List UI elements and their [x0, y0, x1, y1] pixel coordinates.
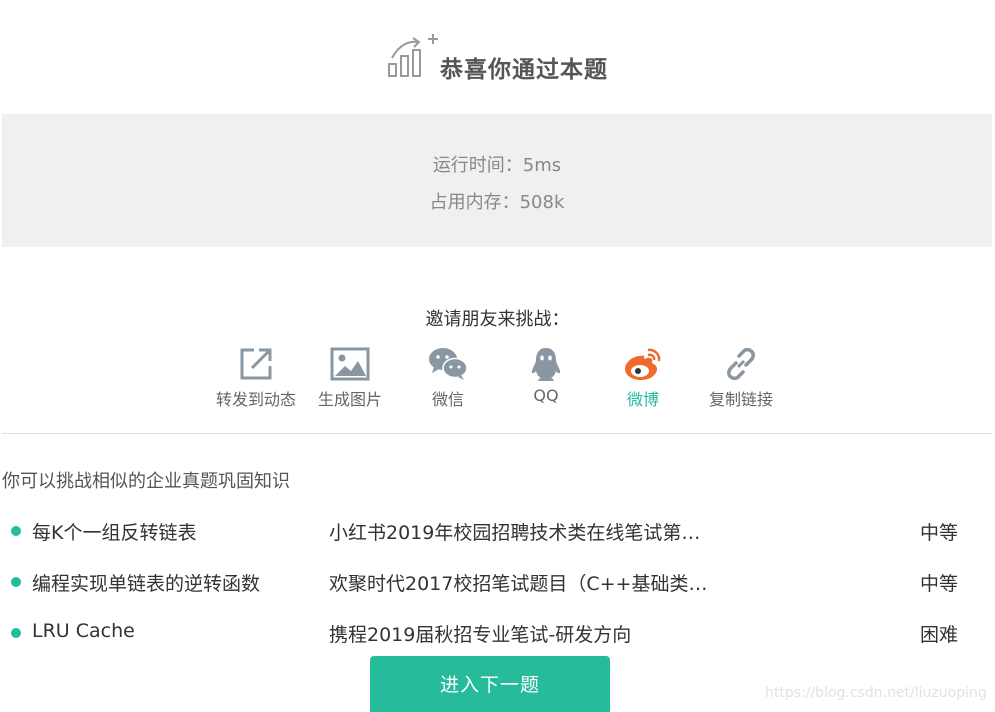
weibo-share-button[interactable]: 微博 — [594, 346, 692, 412]
bullet-dot — [11, 577, 21, 587]
wechat-label: 微信 — [431, 390, 464, 409]
question-row[interactable]: LRU Cache 携程2019届秋招专业笔试-研发方向 困难 — [0, 617, 995, 647]
stats-panel: 运行时间：5ms 占用内存：508k — [2, 114, 992, 247]
copy-link-label: 复制链接 — [708, 390, 773, 409]
question-title[interactable]: 编程实现单链表的逆转函数 — [32, 569, 260, 596]
qq-share-button[interactable]: QQ — [497, 346, 595, 412]
share-bar: 转发到动态 生成图片 微信 QQ 微博 复制链接 — [207, 346, 797, 416]
difficulty-label: 中等 — [920, 522, 959, 544]
next-question-button[interactable]: 进入下一题 — [370, 656, 610, 712]
similar-section-title: 你可以挑战相似的企业真题巩固知识 — [2, 471, 290, 492]
copy-link-button[interactable]: 复制链接 — [692, 346, 790, 412]
result-header: 恭喜你通过本题 — [0, 28, 995, 84]
question-row[interactable]: 每K个一组反转链表 小红书2019年校园招聘技术类在线笔试第… 中等 — [0, 515, 995, 545]
difficulty-label: 中等 — [920, 573, 959, 595]
bullet-dot — [11, 628, 21, 638]
memory-stat: 占用内存：508k — [429, 192, 565, 213]
success-chart-icon — [388, 34, 438, 77]
wechat-icon — [429, 348, 468, 380]
question-title[interactable]: 每K个一组反转链表 — [32, 518, 196, 545]
question-title[interactable]: LRU Cache — [32, 620, 135, 642]
watermark: https://blog.csdn.net/liuzuoping — [765, 685, 987, 701]
runtime-stat: 运行时间：5ms — [432, 155, 562, 176]
link-icon — [727, 347, 755, 381]
share-feed-button[interactable]: 转发到动态 — [207, 346, 305, 412]
difficulty-label: 困难 — [920, 624, 959, 646]
page-title: 恭喜你通过本题 — [440, 57, 608, 83]
invite-title: 邀请朋友来挑战： — [425, 309, 570, 330]
question-source[interactable]: 小红书2019年校园招聘技术类在线笔试第… — [329, 518, 749, 545]
generate-image-label: 生成图片 — [317, 390, 382, 409]
share-feed-label: 转发到动态 — [215, 390, 296, 409]
wechat-share-button[interactable]: 微信 — [399, 346, 497, 412]
qq-icon — [531, 348, 561, 381]
qq-label: QQ — [533, 386, 559, 405]
question-row[interactable]: 编程实现单链表的逆转函数 欢聚时代2017校招笔试题目（C++基础类… 中等 — [0, 566, 995, 596]
weibo-icon — [625, 348, 661, 380]
divider — [2, 433, 992, 434]
question-source[interactable]: 欢聚时代2017校招笔试题目（C++基础类… — [329, 569, 749, 596]
image-icon — [330, 347, 370, 381]
weibo-label: 微博 — [626, 390, 659, 409]
question-source[interactable]: 携程2019届秋招专业笔试-研发方向 — [329, 620, 749, 647]
bullet-dot — [11, 526, 21, 536]
share-external-icon — [240, 348, 272, 380]
generate-image-button[interactable]: 生成图片 — [301, 346, 399, 412]
